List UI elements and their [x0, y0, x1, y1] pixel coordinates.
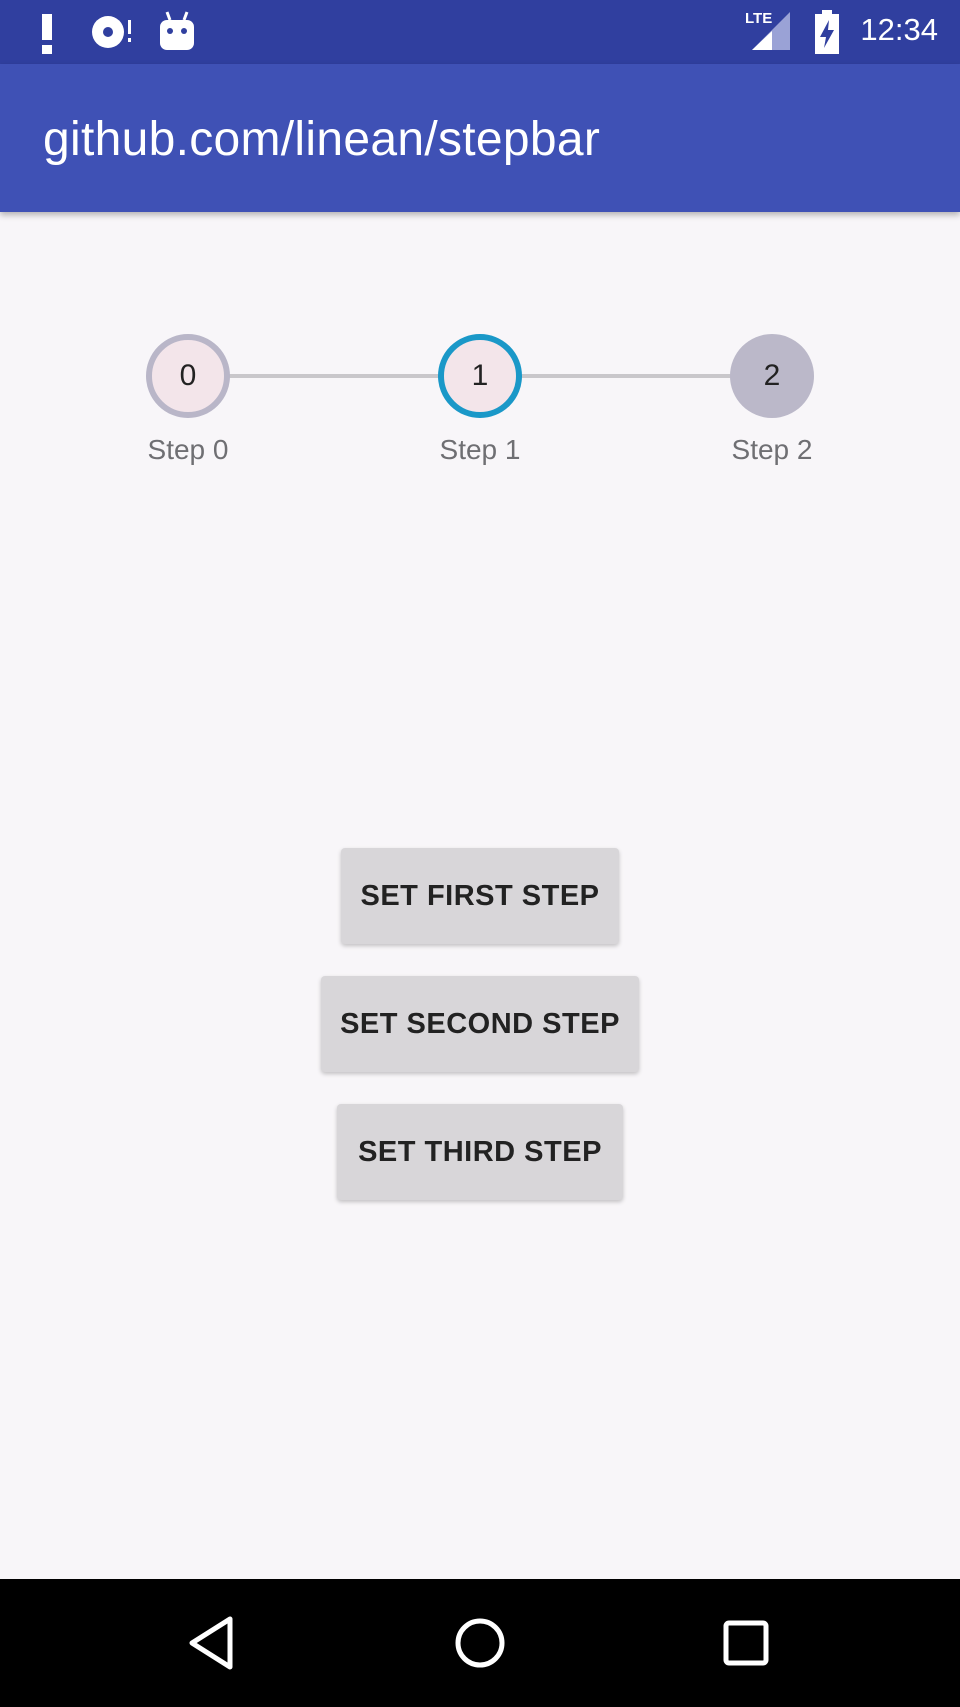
step-label-1: Step 1 — [439, 434, 521, 465]
app-bar: github.com/linean/stepbar — [0, 64, 960, 212]
recents-icon[interactable] — [714, 1611, 778, 1675]
step-circle-1[interactable]: 1 — [438, 334, 522, 418]
step-label-2: Step 2 — [731, 434, 813, 465]
page-title: github.com/linean/stepbar — [43, 113, 601, 166]
step-number-2: 2 — [763, 359, 781, 392]
step-label-0: Step 0 — [147, 434, 229, 465]
step-circle-2[interactable]: 2 — [730, 334, 814, 418]
set-first-step-button[interactable]: SET FIRST STEP — [341, 848, 619, 944]
android-icon — [160, 11, 194, 50]
step-number-1: 1 — [471, 359, 489, 392]
alert-icon — [42, 14, 52, 54]
step-circle-0[interactable]: 0 — [146, 334, 230, 418]
back-icon[interactable] — [182, 1611, 246, 1675]
lte-signal-icon — [752, 12, 790, 50]
step-connector-0-1 — [228, 374, 440, 378]
disc-icon — [92, 16, 131, 48]
status-bar: LTE 12:34 — [0, 0, 960, 64]
set-second-step-button[interactable]: SET SECOND STEP — [321, 976, 639, 1072]
stepbar: 0 1 2 Step 0 Step 1 Step 2 — [0, 330, 960, 480]
step-connector-1-2 — [520, 374, 732, 378]
clock: 12:34 — [860, 12, 938, 47]
navigation-bar — [0, 1579, 960, 1707]
home-icon[interactable] — [448, 1611, 512, 1675]
step-number-0: 0 — [179, 359, 197, 392]
set-third-step-button[interactable]: SET THIRD STEP — [337, 1104, 623, 1200]
battery-charging-icon — [815, 10, 839, 54]
